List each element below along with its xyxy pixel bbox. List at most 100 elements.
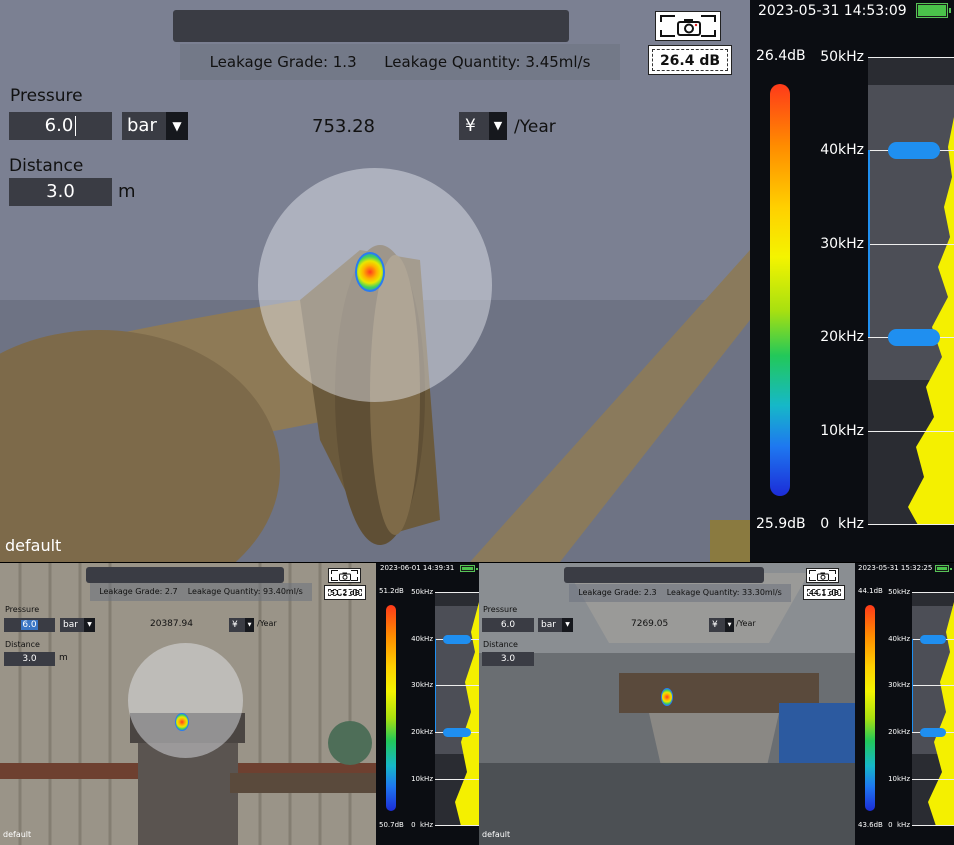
db-min-label: 50.7dB: [379, 821, 404, 829]
db-min-label: 43.6dB: [858, 821, 883, 829]
grid-10khz: [868, 431, 954, 432]
chevron-down-icon: ▼: [562, 618, 573, 632]
text-cursor: [75, 116, 77, 136]
bottom-right-view: Leakage Grade: 2.3 Leakage Quantity: 33.…: [479, 563, 855, 845]
spectrum-fill: [908, 117, 954, 525]
grid-30khz: [868, 244, 954, 245]
battery-icon: [460, 565, 478, 572]
per-year-label: /Year: [257, 619, 277, 628]
spectrum-panel-main: 2023-05-31 14:53:09 26.4dB 25.9dB 50kHz …: [750, 0, 954, 562]
grid-10khz: [435, 779, 479, 780]
timestamp: 2023-06-01 14:39:31: [380, 564, 455, 572]
battery-icon: [935, 565, 952, 572]
camera-button[interactable]: [328, 568, 361, 583]
freq-label-20: 20kHz: [820, 329, 864, 345]
grid-0khz: [868, 524, 954, 525]
spectrum-trace: [928, 602, 954, 826]
db-max-label: 26.4dB: [756, 48, 806, 64]
freq-marker-high[interactable]: [888, 142, 940, 159]
camera-button[interactable]: [655, 11, 721, 41]
camera-button[interactable]: [806, 568, 839, 583]
pressure-label: Pressure: [483, 605, 518, 614]
freq-label-0: 0 kHz: [820, 516, 864, 532]
leak-grade: Leakage Grade: 1.3: [209, 53, 357, 71]
freq-label-40: 40kHz: [888, 635, 910, 643]
distance-unit: m: [118, 181, 136, 202]
freq-label-50: 50kHz: [888, 588, 910, 596]
acoustic-focus-circle: [128, 643, 243, 758]
pressure-input[interactable]: 6.0: [482, 618, 534, 632]
leak-quantity: Leakage Quantity: 93.40ml/s: [187, 587, 303, 596]
freq-label-50: 50kHz: [820, 49, 864, 65]
bottom-left-view: Leakage Grade: 2.7 Leakage Quantity: 93.…: [0, 563, 376, 845]
main-view: Leakage Grade: 1.3 Leakage Quantity: 3.4…: [0, 0, 750, 562]
db-min-label: 25.9dB: [756, 516, 806, 532]
pressure-unit-select[interactable]: bar ▼: [60, 618, 95, 632]
freq-label-30: 30kHz: [820, 236, 864, 252]
freq-marker-low[interactable]: [888, 329, 940, 346]
distance-label: Distance: [9, 156, 84, 176]
distance-input[interactable]: 3.0: [482, 652, 534, 666]
grid-30khz: [912, 685, 954, 686]
preset-label: default: [3, 830, 32, 839]
decibel-readout: 44.1 dB: [803, 585, 845, 600]
marker-link-line: [912, 639, 913, 732]
chevron-down-icon: ▼: [489, 112, 507, 140]
pressure-unit-select[interactable]: bar ▼: [122, 112, 188, 140]
camera-icon: [339, 572, 351, 581]
grid-50khz: [435, 592, 479, 593]
preset-label: default: [5, 536, 62, 555]
freq-label-30: 30kHz: [888, 681, 910, 689]
marker-link-line: [435, 639, 436, 732]
currency-select[interactable]: ¥ ▼: [709, 618, 734, 632]
freq-label-0: 0 kHz: [411, 821, 433, 829]
decibel-readout: 26.4 dB: [648, 45, 732, 75]
per-year-label: /Year: [736, 619, 756, 628]
spectrum-panel-bottom-right: 2023-05-31 15:32:25 44.1dB 43.6dB 50kHz …: [855, 563, 954, 845]
annual-cost-value: 7269.05: [631, 619, 669, 629]
freq-marker-high[interactable]: [920, 635, 946, 644]
freq-label-30: 30kHz: [411, 681, 433, 689]
spectrum-panel-bottom-left: 2023-06-01 14:39:31 51.2dB 50.7dB 50kHz …: [376, 563, 479, 845]
battery-icon: [916, 3, 951, 18]
db-max-label: 51.2dB: [379, 587, 404, 595]
chevron-down-icon: ▼: [84, 618, 95, 632]
freq-label-20: 20kHz: [888, 728, 910, 736]
leak-hotspot: [355, 252, 385, 292]
freq-label-10: 10kHz: [411, 775, 433, 783]
color-scale-bar: [386, 605, 396, 811]
pressure-label: Pressure: [10, 86, 83, 106]
grid-0khz: [435, 825, 479, 826]
spectrum-plot: [435, 592, 479, 826]
leak-hotspot: [661, 688, 673, 706]
leak-info-bar: Leakage Grade: 2.3 Leakage Quantity: 33.…: [569, 584, 791, 602]
chevron-down-icon: ▼: [725, 618, 734, 632]
grid-10khz: [912, 779, 954, 780]
leak-quantity: Leakage Quantity: 33.30ml/s: [666, 588, 782, 597]
distance-input[interactable]: 3.0: [9, 178, 112, 206]
status-bar: [86, 567, 284, 583]
distance-input[interactable]: 3.0: [4, 652, 55, 666]
pressure-unit-select[interactable]: bar ▼: [538, 618, 573, 632]
currency-select[interactable]: ¥ ▼: [459, 112, 507, 140]
preset-label: default: [482, 830, 511, 839]
pressure-input[interactable]: 6.0: [4, 618, 55, 632]
marker-link-line: [868, 150, 870, 337]
grid-50khz: [868, 57, 954, 58]
leak-info-bar: Leakage Grade: 1.3 Leakage Quantity: 3.4…: [180, 44, 620, 80]
freq-label-40: 40kHz: [411, 635, 433, 643]
freq-marker-high[interactable]: [443, 635, 471, 644]
freq-marker-low[interactable]: [443, 728, 471, 737]
spectrum-trace: [455, 602, 479, 826]
color-scale-bar: [865, 605, 875, 811]
distance-label: Distance: [5, 640, 40, 649]
currency-select[interactable]: ¥ ▼: [229, 618, 254, 632]
freq-marker-low[interactable]: [920, 728, 946, 737]
freq-label-40: 40kHz: [820, 142, 864, 158]
leak-hotspot: [175, 713, 189, 731]
pressure-input[interactable]: 6.0: [9, 112, 112, 140]
leak-grade: Leakage Grade: 2.7: [99, 587, 178, 596]
pressure-label: Pressure: [5, 605, 40, 614]
timestamp: 2023-05-31 14:53:09: [758, 3, 907, 19]
distance-unit: m: [59, 653, 68, 663]
